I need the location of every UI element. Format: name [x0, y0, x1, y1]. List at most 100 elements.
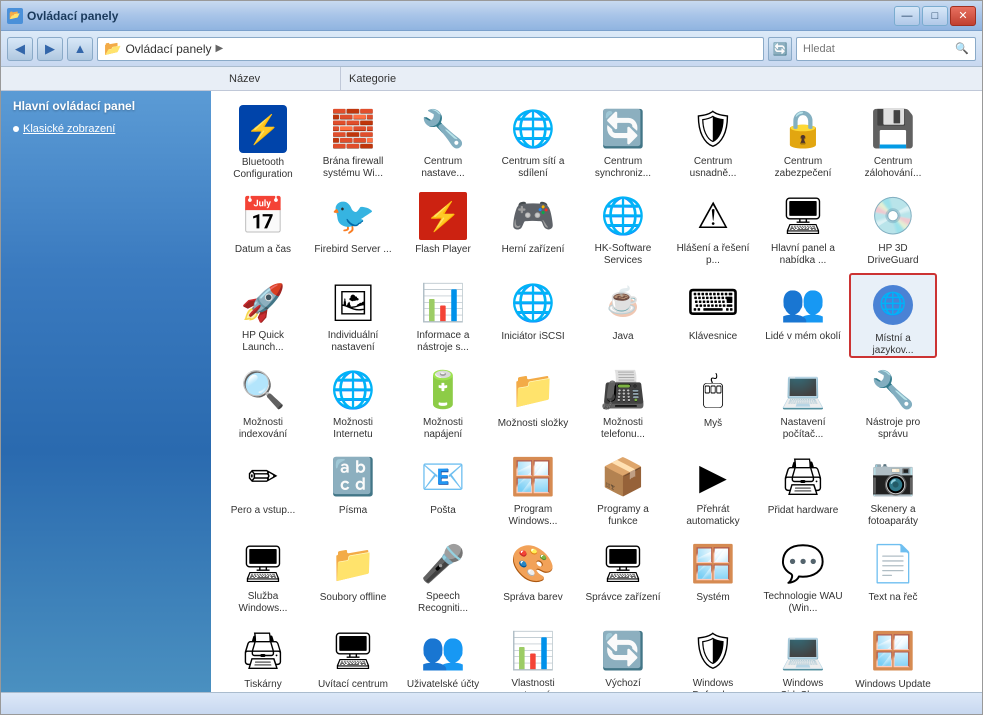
icon-item-centrum-zalohovani[interactable]: 💾Centrum zálohování... [849, 99, 937, 184]
icon-item-hp-quick[interactable]: 🚀HP Quick Launch... [219, 273, 307, 358]
icon-item-skenery[interactable]: 📷Skenery a fotoaparáty [849, 447, 937, 532]
icon-item-moznosti-slozky[interactable]: 📁Možnosti složky [489, 360, 577, 445]
icon-item-hlaseni[interactable]: ⚠Hlášení a řešení p... [669, 186, 757, 271]
icon-item-nastroje-pro-spravu[interactable]: 🔧Nástroje pro správu [849, 360, 937, 445]
window-title: Ovládací panely [27, 9, 118, 23]
icon-item-firebird[interactable]: 🐦Firebird Server ... [309, 186, 397, 271]
icon-item-programy-a-funkce[interactable]: 📦Programy a funkce [579, 447, 667, 532]
icon-item-centrum-usnadne[interactable]: 🛡Centrum usnadně... [669, 99, 757, 184]
content-area: Hlavní ovládací panel Klasické zobrazení… [1, 91, 982, 692]
icon-item-moznosti-indexovani[interactable]: 🔍Možnosti indexování [219, 360, 307, 445]
icon-item-moznosti-napajeni[interactable]: 🔋Možnosti napájení [399, 360, 487, 445]
icon-item-speech-recognition[interactable]: 🎤Speech Recogniti... [399, 534, 487, 619]
icon-item-sluzba-windows[interactable]: 🖥Služba Windows... [219, 534, 307, 619]
icon-image-centrum-zabezpeceni: 🔒 [779, 105, 827, 152]
icon-image-sluzba-windows: 🖥 [239, 540, 287, 587]
icon-item-moznosti-internetu[interactable]: 🌐Možnosti Internetu [309, 360, 397, 445]
close-button[interactable]: ✕ [950, 6, 976, 26]
icon-item-hk-software[interactable]: 🌐HK-Software Services [579, 186, 667, 271]
col-category[interactable]: Kategorie [341, 67, 982, 90]
icon-item-uzivatelske-ucty[interactable]: 👥Uživatelské účty [399, 621, 487, 692]
icon-item-soubory-offline[interactable]: 📁Soubory offline [309, 534, 397, 619]
icon-item-centrum-nastave[interactable]: 🔧Centrum nastave... [399, 99, 487, 184]
minimize-button[interactable]: — [894, 6, 920, 26]
icon-item-informace[interactable]: 📊Informace a nástroje s... [399, 273, 487, 358]
icon-item-system[interactable]: 🪟Systém [669, 534, 757, 619]
icon-image-windows-update: 🪟 [869, 627, 917, 675]
icon-item-mys[interactable]: 🖱Myš [669, 360, 757, 445]
icon-label-windows-sideshow: Windows SideShow [763, 678, 843, 692]
icon-item-firewall[interactable]: 🧱Brána firewall systému Wi... [309, 99, 397, 184]
icon-item-iniciator[interactable]: 🌐Iniciátor iSCSI [489, 273, 577, 358]
icon-item-text-na-rec[interactable]: 📄Text na řeč [849, 534, 937, 619]
icon-item-nastaveni-pocitace[interactable]: 💻Nastavení počítač... [759, 360, 847, 445]
icon-label-lide-v-mem-okoli: Lidé v mém okolí [765, 331, 841, 343]
icon-image-moznosti-indexovani: 🔍 [239, 366, 287, 413]
icon-item-technologie-wau[interactable]: 💬 Technologie WAU (Win... [759, 534, 847, 619]
icon-item-centrum-zabezpeceni[interactable]: 🔒Centrum zabezpečení [759, 99, 847, 184]
refresh-button[interactable]: 🔄 [768, 37, 792, 61]
icon-item-klavesnice[interactable]: ⌨Klávesnice [669, 273, 757, 358]
icon-image-iniciator: 🌐 [509, 279, 557, 327]
icon-item-prehrat-automaticky[interactable]: ▶Přehrát automaticky [669, 447, 757, 532]
bullet-icon [13, 126, 19, 132]
icon-item-lide-v-mem-okoli[interactable]: 👥Lidé v mém okolí [759, 273, 847, 358]
icon-item-flash-player[interactable]: ⚡Flash Player [399, 186, 487, 271]
icon-item-pridat-hardware[interactable]: 🖨Přidat hardware [759, 447, 847, 532]
icon-item-pisma[interactable]: 🔡Písma [309, 447, 397, 532]
icon-item-centrum-siti[interactable]: 🌐Centrum sítí a sdílení [489, 99, 577, 184]
maximize-button[interactable]: □ [922, 6, 948, 26]
icon-item-sprava-barev[interactable]: 🎨Správa barev [489, 534, 577, 619]
icon-item-java[interactable]: ☕Java [579, 273, 667, 358]
icon-image-windows-sideshow: 💻 [779, 627, 827, 674]
icon-item-vychozi-programy[interactable]: 🔄 Výchozí programy [579, 621, 667, 692]
icon-item-program-windows[interactable]: 🪟Program Windows... [489, 447, 577, 532]
icon-item-herni-zarizeni[interactable]: 🎮Herní zařízení [489, 186, 577, 271]
icon-image-vlastnosti-postranniho: 📊 [509, 627, 557, 674]
icon-label-skenery: Skenery a fotoaparáty [853, 504, 933, 528]
search-input[interactable] [803, 43, 955, 55]
icon-item-spravce-zarizeni[interactable]: 🖥Správce zařízení [579, 534, 667, 619]
icon-image-hk-software: 🌐 [599, 192, 647, 239]
sidebar: Hlavní ovládací panel Klasické zobrazení [1, 91, 211, 692]
icon-item-centrum-synchroniz[interactable]: 🔄Centrum synchroniz... [579, 99, 667, 184]
icon-item-hlavni-panel[interactable]: 🖥Hlavní panel a nabídka ... [759, 186, 847, 271]
icon-image-hlaseni: ⚠ [689, 192, 737, 239]
icon-item-hp-3d[interactable]: 💿HP 3D DriveGuard [849, 186, 937, 271]
icon-item-windows-update[interactable]: 🪟Windows Update [849, 621, 937, 692]
icon-item-vlastnosti-postranniho[interactable]: 📊Vlastnosti postranní... [489, 621, 577, 692]
sidebar-item-classic[interactable]: Klasické zobrazení [13, 121, 199, 137]
icon-label-mys: Myš [704, 418, 722, 430]
icon-label-individualni: Individuální nastavení [313, 330, 393, 354]
icon-image-bluetooth: ⚡ [239, 105, 287, 153]
icon-image-vychozi-programy: 🔄 [599, 627, 647, 674]
icon-item-datum-cas[interactable]: 📅Datum a čas [219, 186, 307, 271]
icon-item-pero-a-vstup[interactable]: ✏Pero a vstup... [219, 447, 307, 532]
svg-text:⚡: ⚡ [426, 200, 461, 233]
icon-item-posta[interactable]: 📧Pošta [399, 447, 487, 532]
icon-item-tiskarny[interactable]: 🖨Tiskárny [219, 621, 307, 692]
search-bar[interactable]: 🔍 [796, 37, 976, 61]
sidebar-main-title: Hlavní ovládací panel [13, 99, 199, 113]
icon-item-moznosti-telefonu[interactable]: 📠Možnosti telefonu... [579, 360, 667, 445]
icon-item-windows-sideshow[interactable]: 💻 Windows SideShow [759, 621, 847, 692]
sidebar-link-classic[interactable]: Klasické zobrazení [23, 123, 115, 135]
up-button[interactable]: ▲ [67, 37, 93, 61]
icon-label-hp-3d: HP 3D DriveGuard [853, 243, 933, 267]
icon-item-individualni[interactable]: 🖼Individuální nastavení [309, 273, 397, 358]
icon-label-technologie-wau: Technologie WAU (Win... [763, 591, 843, 615]
icon-image-pero-a-vstup: ✏ [239, 453, 287, 501]
address-bar[interactable]: 📂 Ovládací panely ▶ [97, 37, 764, 61]
icon-item-bluetooth[interactable]: ⚡Bluetooth Configuration [219, 99, 307, 184]
icon-image-technologie-wau: 💬 [779, 540, 827, 587]
icon-image-moznosti-telefonu: 📠 [599, 366, 647, 413]
col-name[interactable]: Název [221, 67, 341, 90]
icon-item-windows-defender[interactable]: 🛡Windows Defender [669, 621, 757, 692]
icon-image-firebird: 🐦 [329, 192, 377, 240]
icon-label-vychozi-programy: Výchozí programy [583, 678, 663, 692]
icon-item-uvitaci-centrum[interactable]: 🖥Uvítací centrum [309, 621, 397, 692]
icon-item-mistni-jazykova[interactable]: 🌐Místní a jazykov... [849, 273, 937, 358]
svg-text:☕: ☕ [607, 284, 639, 315]
back-button[interactable]: ◀ [7, 37, 33, 61]
forward-button[interactable]: ▶ [37, 37, 63, 61]
